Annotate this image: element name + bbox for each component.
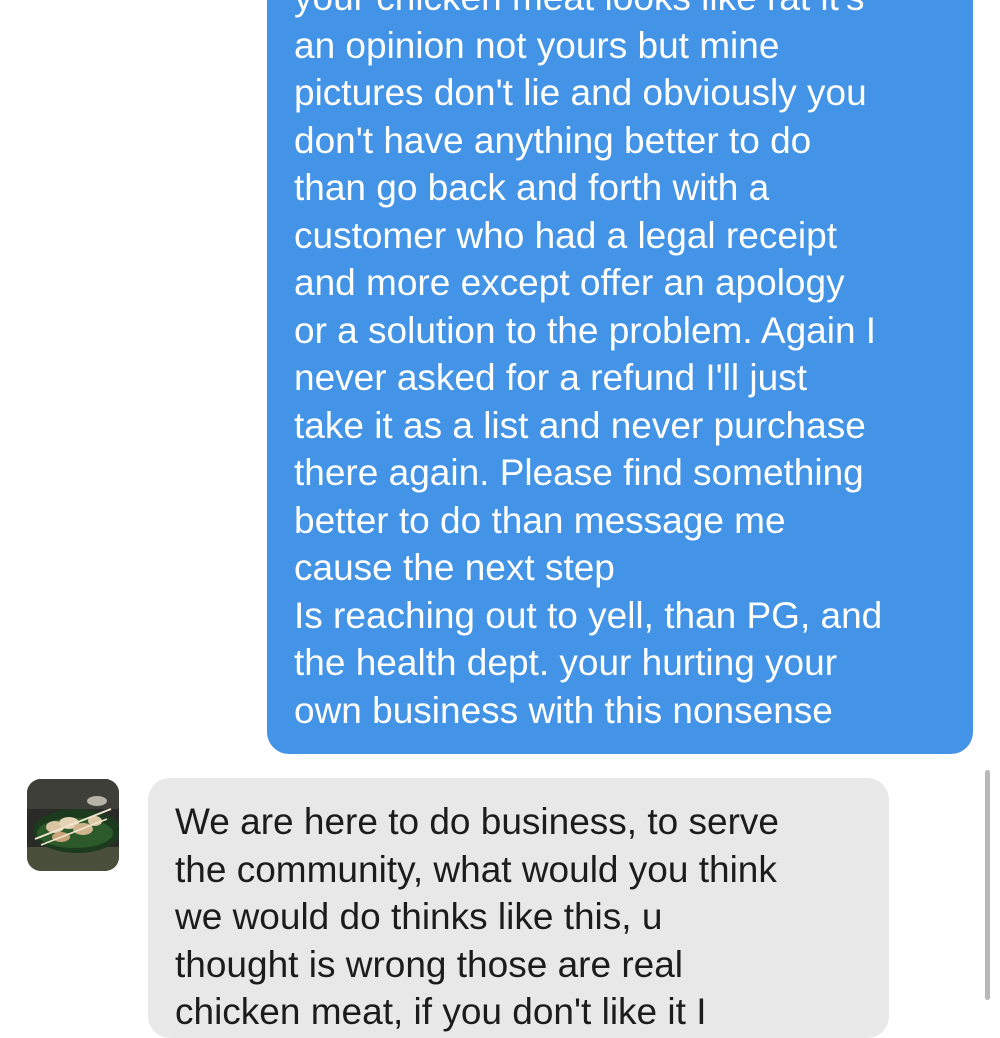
sender-avatar[interactable] [27, 779, 119, 871]
sent-message-bubble[interactable]: your chicken meat looks like rat it's an… [267, 0, 973, 754]
received-message-bubble[interactable]: We are here to do business, to serve the… [148, 778, 889, 1038]
message-line: your chicken meat looks like rat it's [294, 0, 957, 22]
message-line: cause the next step [294, 547, 615, 588]
message-line: thought is wrong those are real [175, 943, 684, 985]
message-line: the community, what would you think [175, 848, 777, 890]
message-line: take it as a list and never purchase [294, 404, 866, 446]
message-line: own business with this nonsense [294, 689, 833, 731]
message-line: We are here to do business, to serve [175, 801, 779, 842]
message-thread: your chicken meat looks like rat it's an… [0, 0, 1000, 1038]
message-line: pictures don't lie and obviously you [294, 72, 867, 113]
message-line: there again. Please find something [294, 452, 864, 493]
message-line: the health dept. your hurting your [294, 642, 838, 683]
message-line: don't have anything better to do [294, 119, 812, 161]
message-line: better to do than message me [294, 499, 786, 541]
message-line: an opinion not yours but mine [294, 24, 780, 66]
message-line: and more except offer an apology [294, 262, 845, 303]
message-line: never asked for a refund I'll just [294, 357, 807, 398]
message-line: customer who had a legal receipt [294, 214, 837, 256]
scrollbar[interactable] [985, 770, 990, 1000]
message-line: chicken meat, if you don't like it I [175, 991, 707, 1032]
message-line: or a solution to the problem. Again I [294, 309, 877, 351]
sent-message-text: your chicken meat looks like rat it's an… [294, 0, 957, 734]
message-line: we would do thinks like this, u [175, 896, 663, 937]
message-line: than go back and forth with a [294, 167, 770, 208]
food-photo-avatar-icon [27, 779, 119, 871]
message-line: Is reaching out to yell, than PG, and [294, 594, 883, 636]
